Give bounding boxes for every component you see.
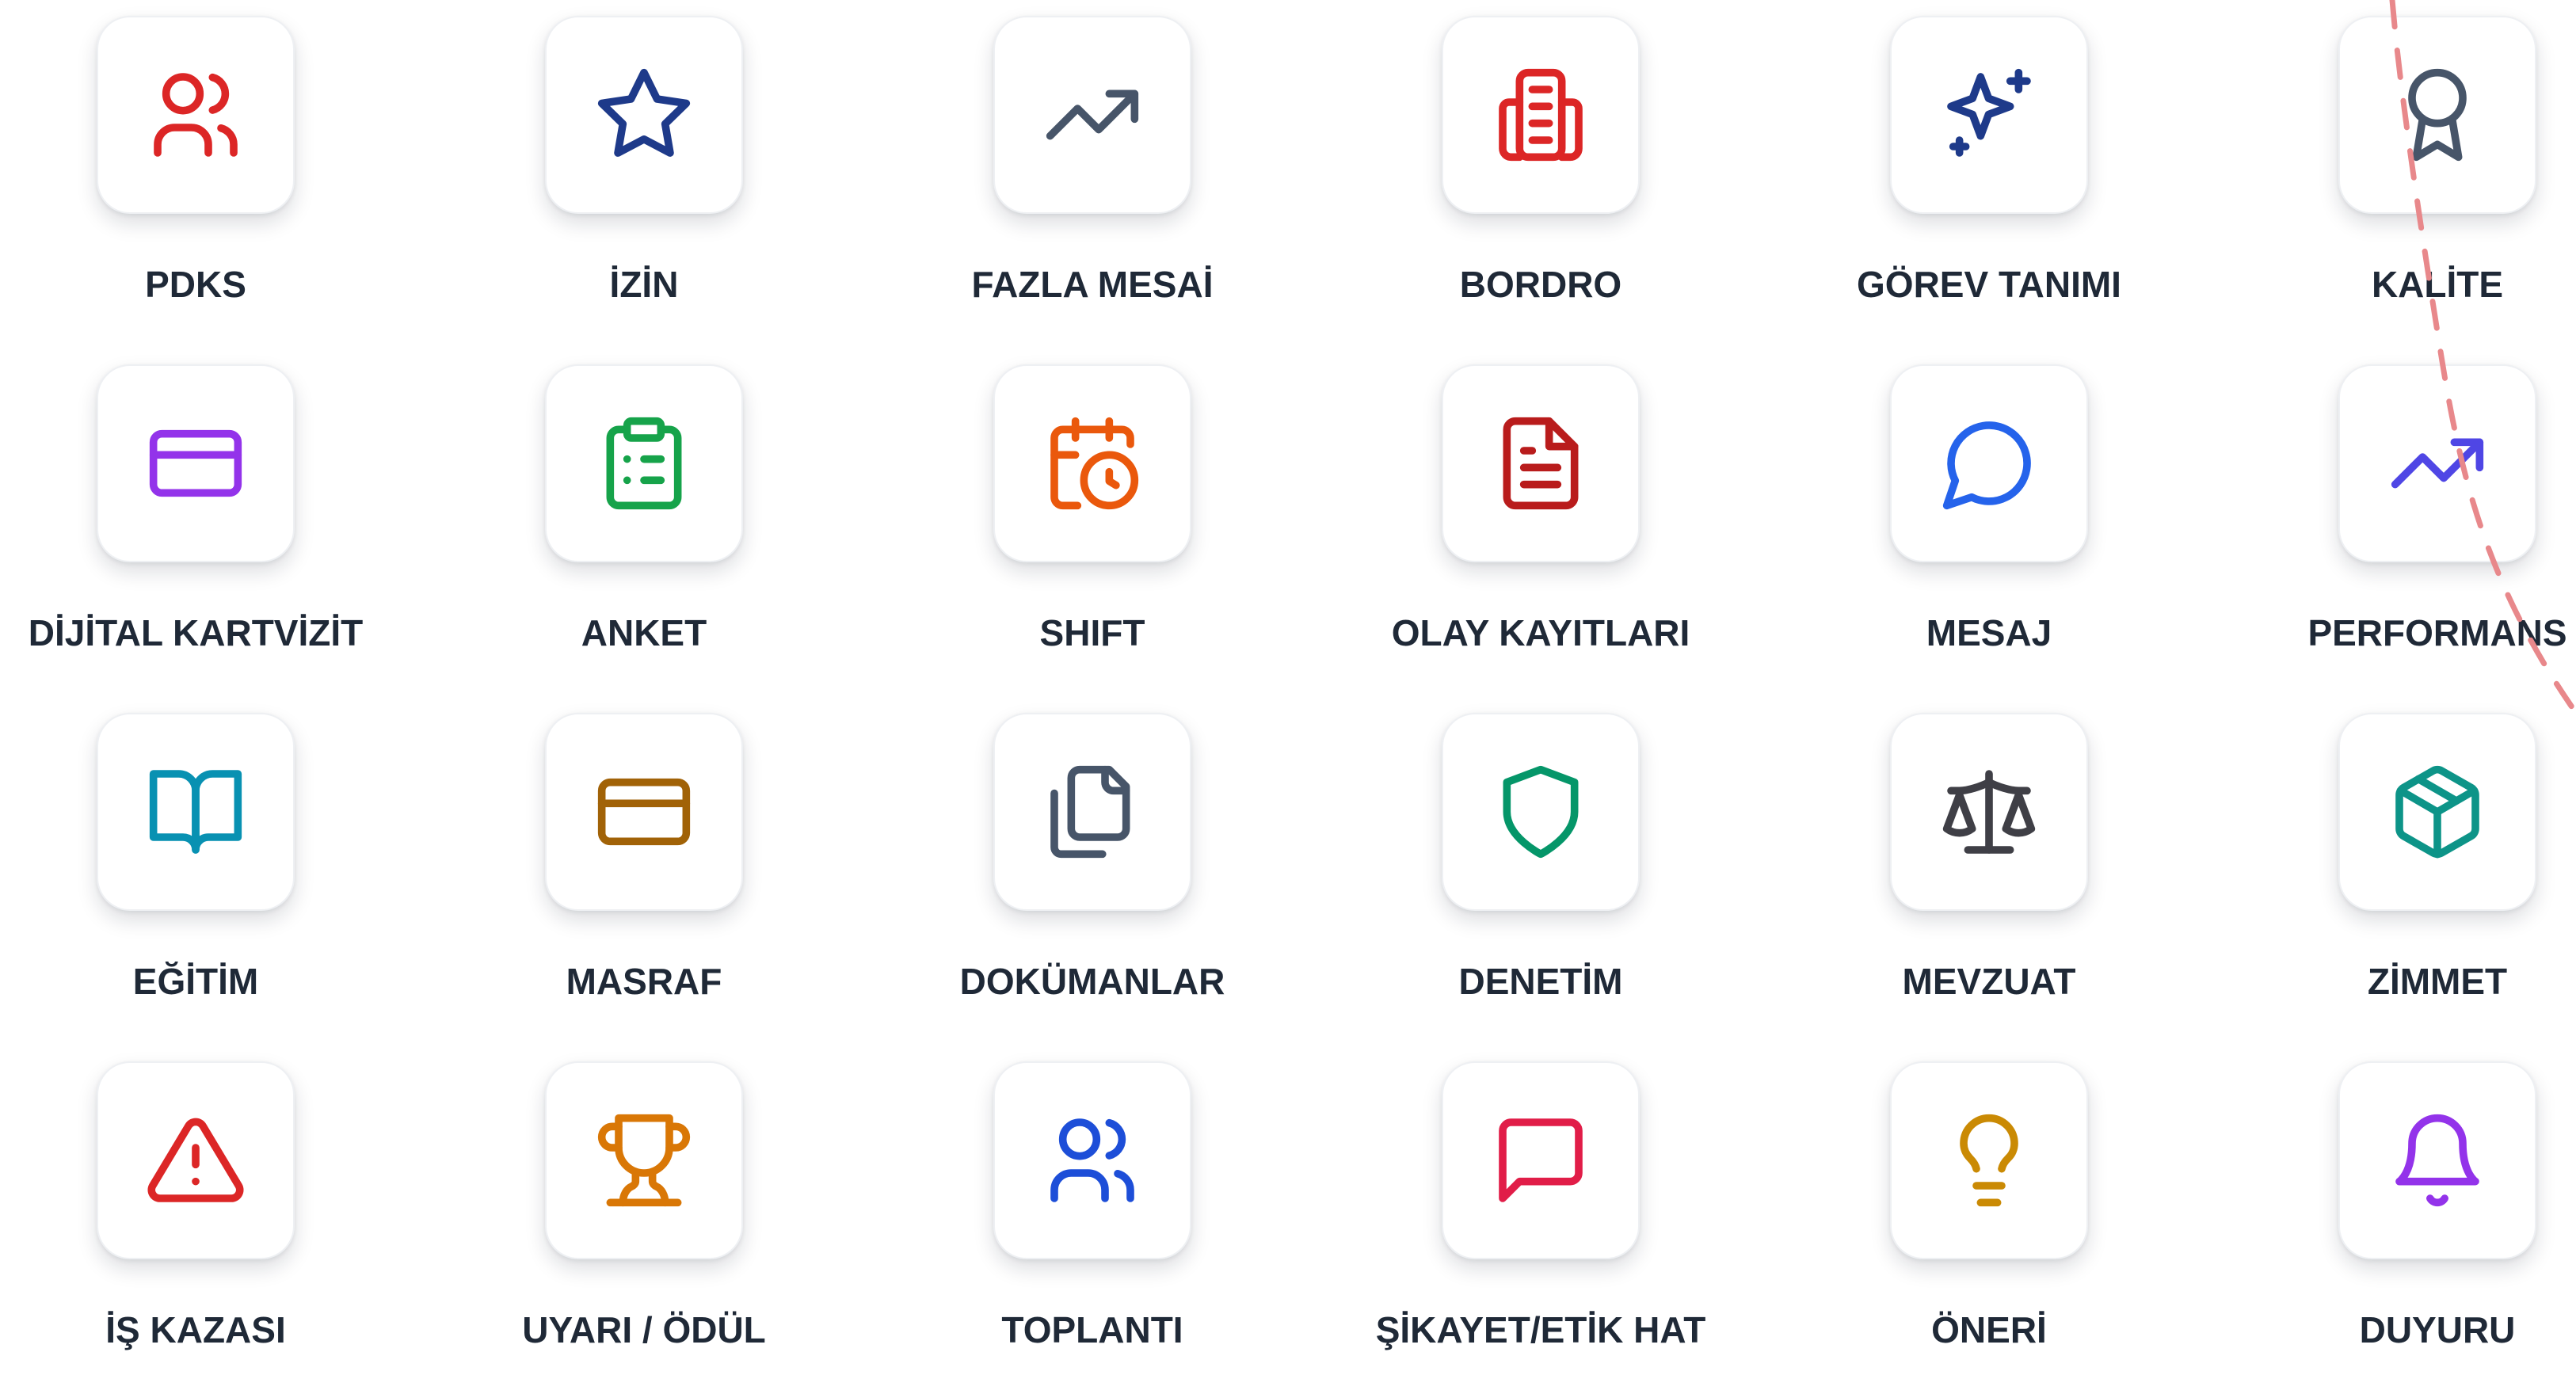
dashed-connector-line [2389, 0, 2576, 716]
